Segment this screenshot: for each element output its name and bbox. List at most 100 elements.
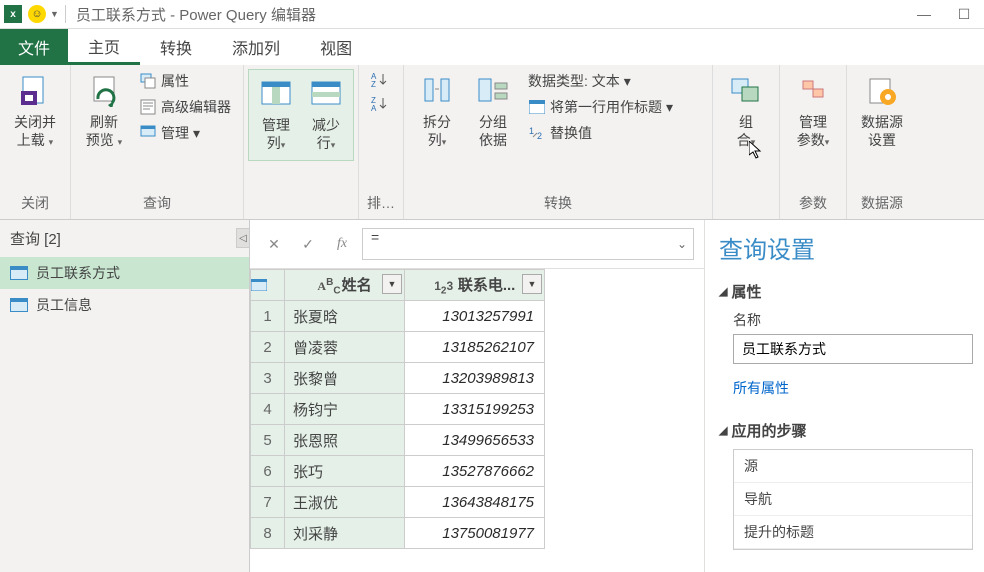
row-number[interactable]: 3 xyxy=(251,363,285,394)
cell-phone[interactable]: 13203989813 xyxy=(405,363,545,394)
row-number[interactable]: 5 xyxy=(251,425,285,456)
smile-icon[interactable]: ☺ xyxy=(28,5,46,23)
cell-name[interactable]: 张恩照 xyxy=(285,425,405,456)
cell-phone[interactable]: 13499656533 xyxy=(405,425,545,456)
refresh-preview-button[interactable]: 刷新 预览 ▾ xyxy=(79,69,129,155)
close-load-button[interactable]: 关闭并 上载 ▾ xyxy=(8,69,62,155)
tab-file[interactable]: 文件 xyxy=(0,29,68,65)
name-label: 名称 xyxy=(733,310,970,330)
combine-button[interactable]: 组 合▾ xyxy=(721,69,771,155)
row-number[interactable]: 8 xyxy=(251,518,285,549)
formula-accept-button[interactable]: ✓ xyxy=(294,230,322,258)
group-by-button[interactable]: 分组 依据 xyxy=(468,69,518,153)
first-row-header-button[interactable]: 将第一行用作标题▾ xyxy=(524,95,704,119)
table-icon xyxy=(10,266,28,280)
row-number[interactable]: 7 xyxy=(251,487,285,518)
maximize-button[interactable]: ☐ xyxy=(944,0,984,29)
datasource-settings-label: 数据源 设置 xyxy=(861,113,903,149)
cell-phone[interactable]: 13750081977 xyxy=(405,518,545,549)
cell-name[interactable]: 王淑优 xyxy=(285,487,405,518)
sort-asc-button[interactable]: AZ xyxy=(367,69,393,91)
query-item-1[interactable]: 员工信息 xyxy=(0,289,249,321)
minimize-button[interactable]: ― xyxy=(904,0,944,29)
cell-name[interactable]: 张黎曾 xyxy=(285,363,405,394)
group-datasource-label: 数据源 xyxy=(855,189,909,219)
step-item[interactable]: 导航 xyxy=(734,483,972,516)
cell-name[interactable]: 张夏晗 xyxy=(285,301,405,332)
section-steps[interactable]: ◢应用的步骤 xyxy=(719,420,970,441)
group-params: 管理 参数▾ 参数 xyxy=(780,65,847,219)
split-column-button[interactable]: 拆分 列▾ xyxy=(412,69,462,155)
split-column-icon xyxy=(419,73,455,109)
datasource-settings-button[interactable]: 数据源 设置 xyxy=(855,69,909,153)
formula-input[interactable]: = ⌄ xyxy=(362,228,694,260)
replace-values-button[interactable]: 12 替换值 xyxy=(524,121,704,145)
settings-title: 查询设置 xyxy=(719,230,970,265)
cell-phone[interactable]: 13013257991 xyxy=(405,301,545,332)
close-load-icon xyxy=(17,73,53,109)
manage-columns-button[interactable]: 管理 列▾ xyxy=(251,72,301,158)
row-number[interactable]: 4 xyxy=(251,394,285,425)
cell-name[interactable]: 刘采静 xyxy=(285,518,405,549)
cell-phone[interactable]: 13185262107 xyxy=(405,332,545,363)
type-number-icon: 123 xyxy=(434,279,454,296)
formula-dropdown-icon[interactable]: ⌄ xyxy=(677,237,687,251)
section-properties[interactable]: ◢属性 xyxy=(719,281,970,302)
group-sort: AZ ZA 排… xyxy=(359,65,404,219)
excel-icon: x xyxy=(4,5,22,23)
manage-icon xyxy=(139,124,157,142)
svg-text:1: 1 xyxy=(529,126,534,136)
svg-text:2: 2 xyxy=(537,131,542,140)
cell-name[interactable]: 曾凌蓉 xyxy=(285,332,405,363)
ribbon-tabs: 文件 主页 转换 添加列 视图 xyxy=(0,29,984,65)
column-header-name[interactable]: ABC 姓名 ▼ xyxy=(285,270,405,301)
reduce-rows-icon xyxy=(308,76,344,112)
cell-name[interactable]: 杨钧宁 xyxy=(285,394,405,425)
step-item[interactable]: 提升的标题 xyxy=(734,516,972,549)
data-pane: ✕ ✓ fx = ⌄ ABC 姓名 ▼ 123 联系电. xyxy=(250,220,704,572)
reduce-rows-button[interactable]: 减少 行▾ xyxy=(301,72,351,158)
close-load-label: 关闭并 上载 ▾ xyxy=(14,113,56,151)
all-properties-link[interactable]: 所有属性 xyxy=(733,378,970,398)
tab-view[interactable]: 视图 xyxy=(300,29,372,65)
split-column-label: 拆分 列▾ xyxy=(423,113,451,151)
tab-home[interactable]: 主页 xyxy=(68,29,140,65)
collapse-icon: ◢ xyxy=(719,424,727,437)
svg-text:Z: Z xyxy=(371,80,376,88)
group-datasource: 数据源 设置 数据源 xyxy=(847,65,917,219)
window-title: 员工联系方式 - Power Query 编辑器 xyxy=(76,4,316,25)
row-number[interactable]: 6 xyxy=(251,456,285,487)
row-number[interactable]: 2 xyxy=(251,332,285,363)
collapse-handle[interactable]: ◁ xyxy=(236,228,250,248)
manage-params-button[interactable]: 管理 参数▾ xyxy=(788,69,838,155)
column-header-phone[interactable]: 123 联系电... ▼ xyxy=(405,270,545,301)
step-item[interactable]: 源 xyxy=(734,450,972,483)
datasource-settings-icon xyxy=(864,73,900,109)
manage-button[interactable]: 管理▾ xyxy=(135,121,235,145)
tab-transform[interactable]: 转换 xyxy=(140,29,212,65)
menu-dropdown-icon[interactable]: ▼ xyxy=(50,9,59,19)
properties-button[interactable]: 属性 xyxy=(135,69,235,93)
steps-list: 源 导航 提升的标题 xyxy=(733,449,973,550)
fx-icon[interactable]: fx xyxy=(328,230,356,258)
group-query: 刷新 预览 ▾ 属性 高级编辑器 管理▾ 查询 xyxy=(71,65,244,219)
cell-phone[interactable]: 13643848175 xyxy=(405,487,545,518)
cell-phone[interactable]: 13527876662 xyxy=(405,456,545,487)
tab-addcolumn[interactable]: 添加列 xyxy=(212,29,300,65)
advanced-editor-button[interactable]: 高级编辑器 xyxy=(135,95,235,119)
sort-desc-button[interactable]: ZA xyxy=(367,93,393,115)
filter-icon[interactable]: ▼ xyxy=(522,274,542,294)
formula-cancel-button[interactable]: ✕ xyxy=(260,230,288,258)
row-number[interactable]: 1 xyxy=(251,301,285,332)
cols-rows-highlight: 管理 列▾ 减少 行▾ xyxy=(248,69,354,161)
manage-columns-label: 管理 列▾ xyxy=(262,116,290,154)
data-type-button[interactable]: 数据类型: 文本▾ xyxy=(524,69,704,93)
reduce-rows-label: 减少 行▾ xyxy=(312,116,340,154)
name-input[interactable] xyxy=(733,334,973,364)
manage-params-label: 管理 参数▾ xyxy=(797,113,830,151)
cell-name[interactable]: 张巧 xyxy=(285,456,405,487)
filter-icon[interactable]: ▼ xyxy=(382,274,402,294)
query-item-0[interactable]: 员工联系方式 xyxy=(0,257,249,289)
table-corner[interactable] xyxy=(251,270,285,301)
cell-phone[interactable]: 13315199253 xyxy=(405,394,545,425)
